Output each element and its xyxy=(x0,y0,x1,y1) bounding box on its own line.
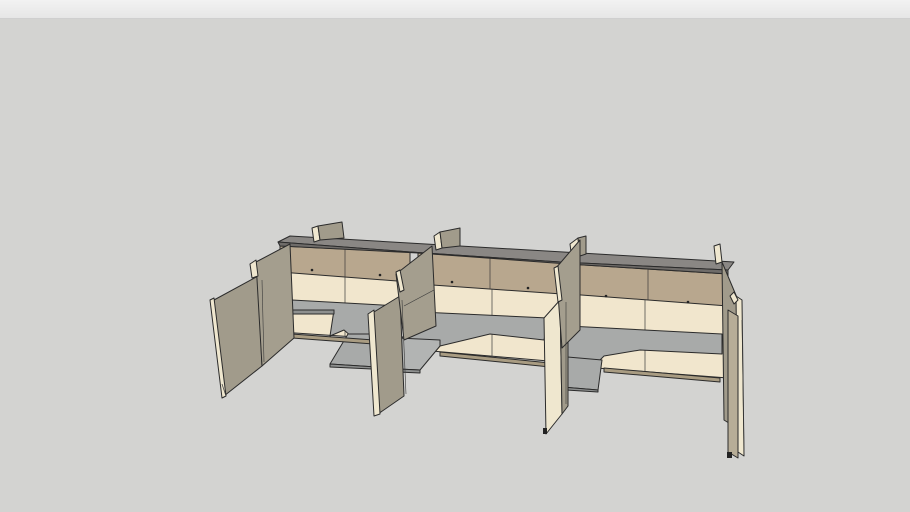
end-panel-left xyxy=(209,243,295,399)
divider-panel-2-face xyxy=(543,299,563,435)
cubicle-model xyxy=(209,221,745,459)
toolbar-strip xyxy=(0,0,910,19)
end-panel-right xyxy=(721,261,745,459)
end-panel-left-inner xyxy=(255,243,295,367)
end-panel-right-front xyxy=(727,309,739,459)
model-viewport[interactable] xyxy=(0,19,910,512)
